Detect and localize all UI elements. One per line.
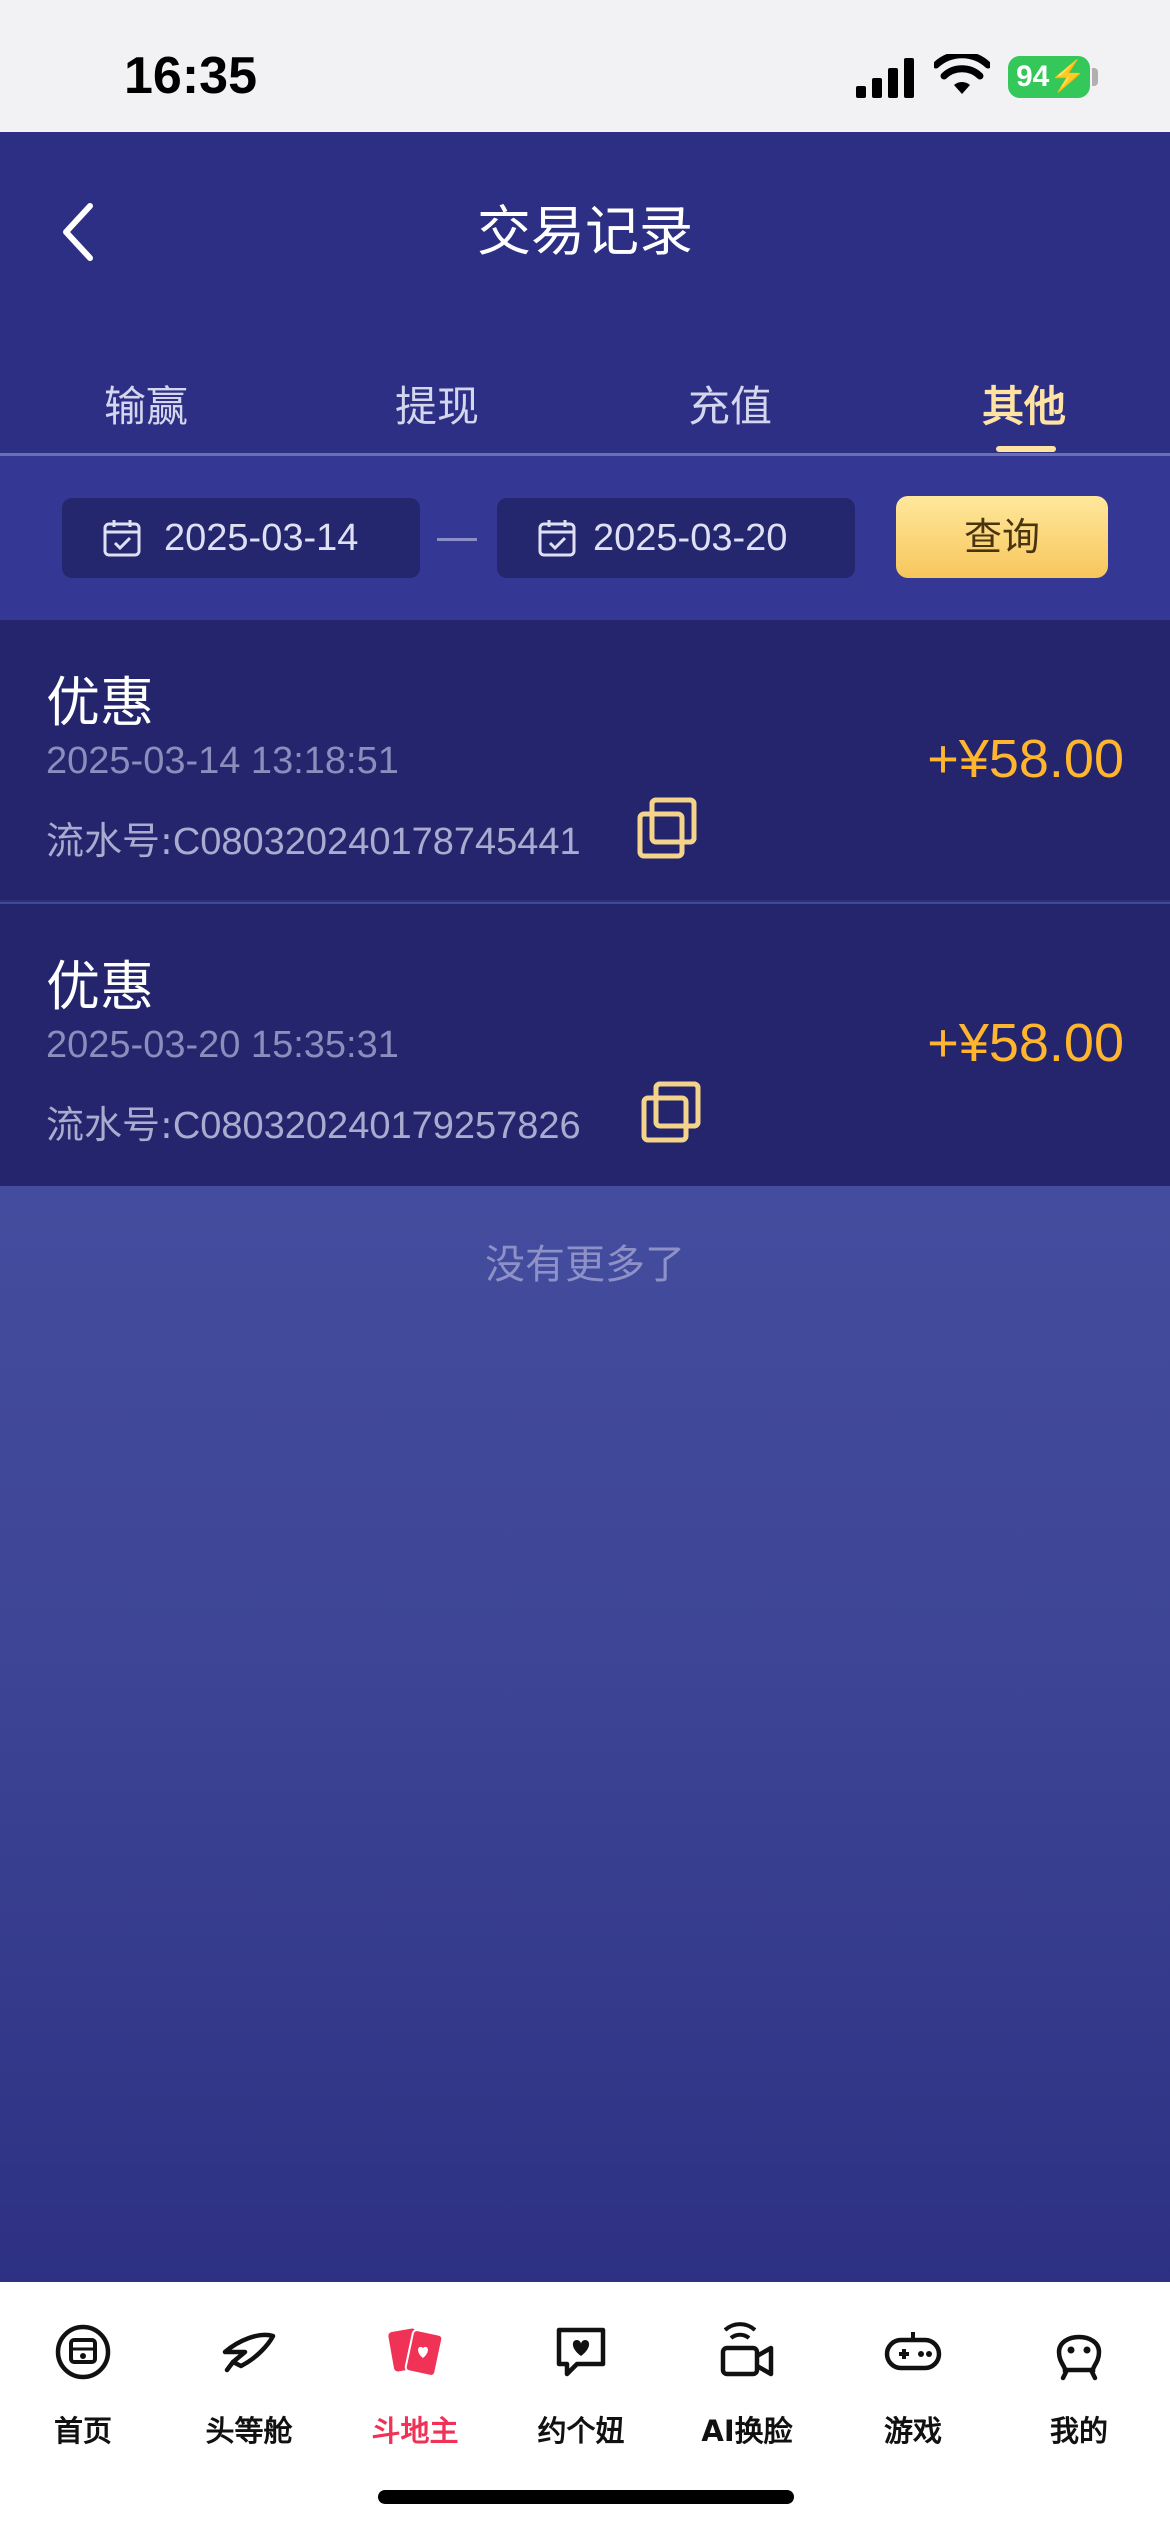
active-tab-indicator [996, 446, 1056, 452]
no-more-text: 没有更多了 [485, 1242, 685, 1288]
row-divider [0, 900, 1170, 902]
transaction-serial: 流水号:C080320240179257826 [46, 1094, 581, 1149]
status-bar: 16:35 94⚡ [0, 0, 1170, 132]
heart-chat-icon [556, 2327, 606, 2377]
nav-mine[interactable]: 我的 [996, 2322, 1162, 2472]
serial-prefix: 流水号: [46, 819, 173, 863]
battery-tip [1092, 68, 1098, 86]
wifi-icon [934, 54, 990, 94]
home-indicator[interactable] [378, 2490, 794, 2504]
plane-icon [222, 2332, 276, 2373]
serial-prefix: 流水号: [46, 1103, 173, 1147]
tab-bar: 输赢 提现 充值 其他 [0, 352, 1170, 452]
query-button[interactable]: 查询 [896, 496, 1108, 578]
transaction-type: 优惠 [46, 955, 154, 1018]
calendar-icon [103, 520, 141, 557]
status-time: 16:35 [124, 47, 257, 105]
end-date-picker[interactable]: 2025-03-20 [497, 498, 855, 578]
serial-number: C080320240178745441 [172, 821, 581, 863]
nav-label: 约个妞 [537, 2414, 625, 2448]
home-icon [55, 2324, 111, 2380]
transaction-row: 优惠 2025-03-14 13:18:51 流水号:C080320240178… [0, 620, 1170, 902]
transaction-serial: 流水号:C080320240178745441 [46, 810, 581, 865]
signal-icon [856, 58, 914, 98]
nav-label: 我的 [1049, 2414, 1108, 2448]
transaction-time: 2025-03-14 13:18:51 [46, 740, 399, 782]
nav-label: AI换脸 [701, 2414, 793, 2448]
date-range-separator [437, 538, 477, 541]
battery-indicator: 94⚡ [1008, 56, 1090, 98]
gamepad-icon [884, 2332, 942, 2371]
tab-win-loss[interactable]: 输赢 [46, 352, 246, 462]
end-date-value: 2025-03-20 [593, 517, 788, 559]
nav-label: 头等舱 [205, 2414, 293, 2448]
nav-label: 游戏 [883, 2414, 942, 2448]
charging-icon: ⚡ [1049, 60, 1087, 93]
transaction-amount: +¥58.00 [927, 729, 1124, 789]
user-icon [1056, 2334, 1102, 2381]
copy-icon[interactable] [638, 1080, 704, 1146]
nav-first-class[interactable]: 头等舱 [166, 2322, 332, 2472]
page-title: 交易记录 [477, 200, 693, 263]
transaction-type: 优惠 [46, 671, 154, 734]
battery-level: 94 [1016, 60, 1050, 93]
video-camera-icon [720, 2322, 774, 2377]
start-date-value: 2025-03-14 [164, 517, 359, 559]
transaction-time: 2025-03-20 15:35:31 [46, 1024, 399, 1066]
nav-label: 斗地主 [371, 2414, 459, 2448]
nav-games[interactable]: 游戏 [830, 2322, 996, 2472]
header: 交易记录 输赢 提现 充值 其他 [0, 132, 1170, 452]
cards-icon [388, 2328, 444, 2377]
nav-label: 首页 [53, 2414, 112, 2448]
nav-home[interactable]: 首页 [0, 2322, 166, 2472]
serial-number: C080320240179257826 [172, 1105, 581, 1147]
transaction-row: 优惠 2025-03-20 15:35:31 流水号:C080320240179… [0, 904, 1170, 1186]
nav-ai-faceswap[interactable]: AI换脸 [664, 2322, 830, 2472]
copy-icon[interactable] [634, 796, 700, 862]
tab-recharge[interactable]: 充值 [630, 352, 830, 462]
tab-withdraw[interactable]: 提现 [337, 352, 537, 462]
nav-doudizhu[interactable]: 斗地主 [332, 2322, 498, 2472]
date-filter: 2025-03-14 2025-03-20 查询 [0, 456, 1170, 620]
transaction-amount: +¥58.00 [927, 1013, 1124, 1073]
transaction-page: 交易记录 输赢 提现 充值 其他 2025-03-14 2025-03-20 查… [0, 132, 1170, 2282]
calendar-icon [538, 520, 576, 557]
start-date-picker[interactable]: 2025-03-14 [62, 498, 420, 578]
nav-date[interactable]: 约个妞 [498, 2322, 664, 2472]
